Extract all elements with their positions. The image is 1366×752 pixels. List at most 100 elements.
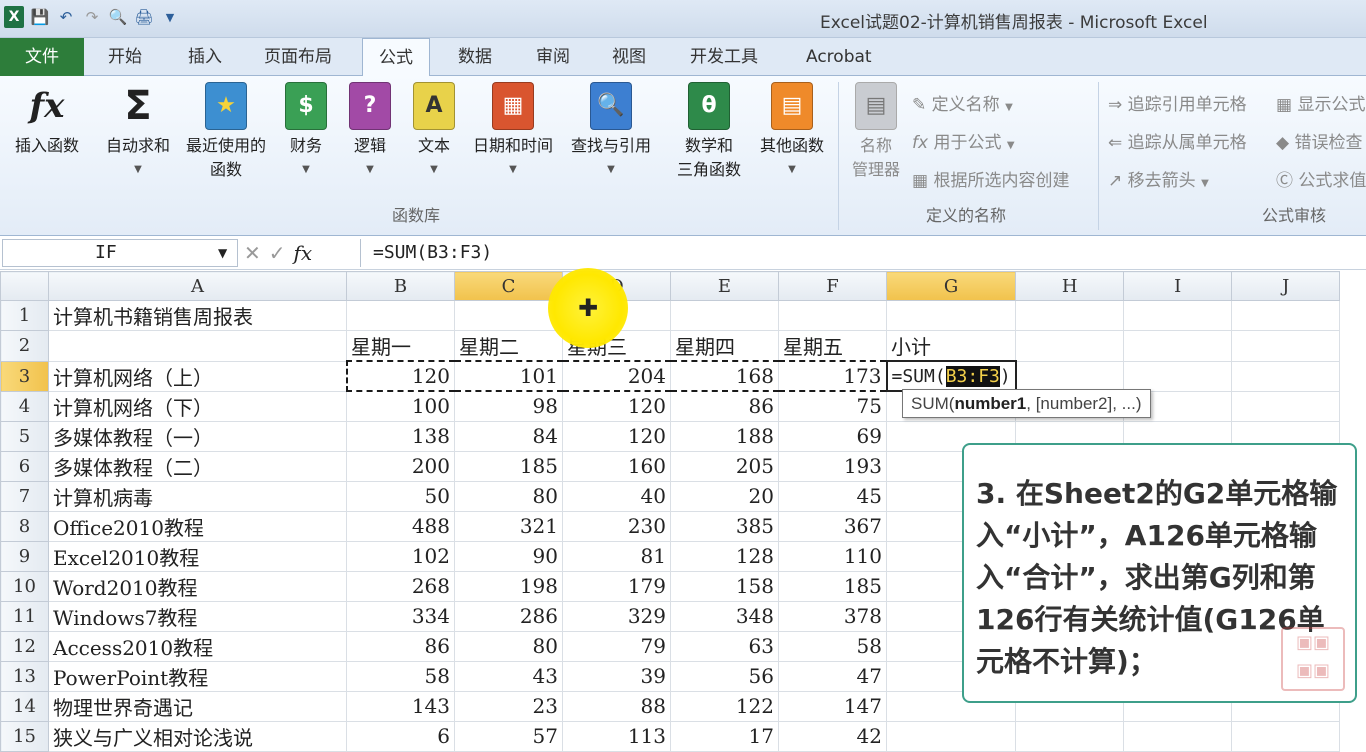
cell-h1[interactable] bbox=[1015, 300, 1125, 331]
cell-a15[interactable]: 狭义与广义相对论浅说 bbox=[48, 720, 347, 752]
function-tooltip[interactable]: SUM(number1, [number2], ...) bbox=[902, 389, 1151, 418]
cell-f14[interactable]: 147 bbox=[778, 690, 887, 722]
cell-c8[interactable]: 321 bbox=[454, 510, 563, 542]
cell-b1[interactable] bbox=[346, 300, 455, 331]
cell-b9[interactable]: 102 bbox=[346, 540, 455, 572]
cell-b14[interactable]: 143 bbox=[346, 690, 455, 722]
column-header-i[interactable]: I bbox=[1123, 271, 1233, 301]
save-icon[interactable]: 💾 bbox=[30, 6, 50, 28]
excel-logo-icon[interactable]: X bbox=[4, 6, 24, 28]
cell-f3[interactable]: 173 bbox=[778, 360, 888, 392]
cell-b2[interactable]: 星期一 bbox=[346, 330, 455, 362]
cell-f10[interactable]: 185 bbox=[778, 570, 887, 602]
row-header-13[interactable]: 13 bbox=[0, 660, 49, 692]
cell-e12[interactable]: 63 bbox=[670, 630, 779, 662]
cell-d11[interactable]: 329 bbox=[562, 600, 671, 632]
cell-a11[interactable]: Windows7教程 bbox=[48, 600, 347, 632]
cell-a10[interactable]: Word2010教程 bbox=[48, 570, 347, 602]
row-header-2[interactable]: 2 bbox=[0, 330, 49, 362]
row-header-3[interactable]: 3 bbox=[0, 360, 49, 392]
cell-a2[interactable] bbox=[48, 330, 347, 362]
print-preview-icon[interactable]: 🔍 bbox=[108, 6, 128, 28]
tab-formulas[interactable]: 公式 bbox=[362, 38, 430, 77]
cell-j15[interactable] bbox=[1231, 720, 1341, 752]
cell-e15[interactable]: 17 bbox=[670, 720, 779, 752]
cell-d3[interactable]: 204 bbox=[562, 360, 671, 392]
cell-d9[interactable]: 81 bbox=[562, 540, 671, 572]
cell-a5[interactable]: 多媒体教程（一） bbox=[48, 420, 347, 452]
cell-c9[interactable]: 90 bbox=[454, 540, 563, 572]
cell-b7[interactable]: 50 bbox=[346, 480, 455, 512]
cell-b13[interactable]: 58 bbox=[346, 660, 455, 692]
cell-f6[interactable]: 193 bbox=[778, 450, 887, 482]
cell-c7[interactable]: 80 bbox=[454, 480, 563, 512]
tab-view[interactable]: 视图 bbox=[612, 38, 646, 76]
cell-j4[interactable] bbox=[1231, 390, 1341, 422]
cell-e13[interactable]: 56 bbox=[670, 660, 779, 692]
column-header-j[interactable]: J bbox=[1231, 271, 1341, 301]
undo-icon[interactable]: ↶ bbox=[56, 6, 76, 28]
cell-e7[interactable]: 20 bbox=[670, 480, 779, 512]
autosum-button[interactable]: Σ 自动求和 ▼ bbox=[100, 82, 176, 182]
cell-j3[interactable] bbox=[1231, 360, 1341, 392]
cell-f4[interactable]: 75 bbox=[778, 390, 887, 422]
trace-precedents-button[interactable]: ⇒ 追踪引用单元格 bbox=[1108, 90, 1247, 115]
recently-used-button[interactable]: ★ 最近使用的 函数 bbox=[180, 82, 272, 182]
tab-review[interactable]: 审阅 bbox=[536, 38, 570, 76]
name-manager-button[interactable]: ▤ 名称 管理器 bbox=[846, 82, 906, 182]
formula-input[interactable]: =SUM(B3:F3) bbox=[360, 239, 1360, 267]
tab-acrobat[interactable]: Acrobat bbox=[806, 38, 872, 76]
enter-icon[interactable]: ✓ bbox=[269, 239, 286, 267]
cell-a14[interactable]: 物理世界奇遇记 bbox=[48, 690, 347, 722]
cell-f8[interactable]: 367 bbox=[778, 510, 887, 542]
cell-c6[interactable]: 185 bbox=[454, 450, 563, 482]
cell-a6[interactable]: 多媒体教程（二） bbox=[48, 450, 347, 482]
cell-c11[interactable]: 286 bbox=[454, 600, 563, 632]
tab-developer[interactable]: 开发工具 bbox=[690, 38, 758, 76]
cell-i2[interactable] bbox=[1123, 330, 1233, 362]
tab-home[interactable]: 开始 bbox=[108, 38, 142, 76]
cell-d10[interactable]: 179 bbox=[562, 570, 671, 602]
tab-insert[interactable]: 插入 bbox=[188, 38, 222, 76]
row-header-5[interactable]: 5 bbox=[0, 420, 49, 452]
cancel-icon[interactable]: ✕ bbox=[244, 239, 261, 267]
use-in-formula-button[interactable]: fx 用于公式 ▼ bbox=[912, 128, 1015, 153]
cell-c10[interactable]: 198 bbox=[454, 570, 563, 602]
cell-c3[interactable]: 101 bbox=[454, 360, 563, 392]
math-trig-button[interactable]: θ 数学和 三角函数 bbox=[664, 82, 754, 182]
cell-e11[interactable]: 348 bbox=[670, 600, 779, 632]
lookup-button[interactable]: 🔍 查找与引用 ▼ bbox=[564, 82, 658, 182]
row-header-12[interactable]: 12 bbox=[0, 630, 49, 662]
row-header-7[interactable]: 7 bbox=[0, 480, 49, 512]
cell-d5[interactable]: 120 bbox=[562, 420, 671, 452]
cell-f15[interactable]: 42 bbox=[778, 720, 887, 752]
row-header-11[interactable]: 11 bbox=[0, 600, 49, 632]
column-header-e[interactable]: E bbox=[670, 271, 779, 301]
tab-file[interactable]: 文件 bbox=[0, 38, 84, 76]
row-header-6[interactable]: 6 bbox=[0, 450, 49, 482]
redo-icon[interactable]: ↷ bbox=[82, 6, 102, 28]
column-header-g[interactable]: G bbox=[885, 271, 1017, 301]
cell-e6[interactable]: 205 bbox=[670, 450, 779, 482]
customize-icon[interactable]: ▼ bbox=[160, 6, 180, 28]
cell-h2[interactable] bbox=[1015, 330, 1125, 362]
cell-b8[interactable]: 488 bbox=[346, 510, 455, 542]
column-header-b[interactable]: B bbox=[346, 271, 455, 301]
cell-g3[interactable]: =SUM(B3:F3) bbox=[885, 360, 1017, 392]
datetime-button[interactable]: ▦ 日期和时间 ▼ bbox=[466, 82, 560, 182]
cell-c2[interactable]: 星期二 bbox=[454, 330, 563, 362]
cell-e3[interactable]: 168 bbox=[670, 360, 779, 392]
cell-a9[interactable]: Excel2010教程 bbox=[48, 540, 347, 572]
error-checking-button[interactable]: ◆ 错误检查 bbox=[1276, 128, 1362, 153]
cell-e1[interactable] bbox=[670, 300, 779, 331]
cell-e9[interactable]: 128 bbox=[670, 540, 779, 572]
create-from-selection-button[interactable]: ▦ 根据所选内容创建 bbox=[912, 166, 1069, 191]
cell-d7[interactable]: 40 bbox=[562, 480, 671, 512]
cell-d6[interactable]: 160 bbox=[562, 450, 671, 482]
cell-c13[interactable]: 43 bbox=[454, 660, 563, 692]
cell-g15[interactable] bbox=[885, 720, 1017, 752]
cell-g1[interactable] bbox=[885, 300, 1017, 331]
cell-a13[interactable]: PowerPoint教程 bbox=[48, 660, 347, 692]
cell-f7[interactable]: 45 bbox=[778, 480, 887, 512]
cell-j1[interactable] bbox=[1231, 300, 1341, 331]
